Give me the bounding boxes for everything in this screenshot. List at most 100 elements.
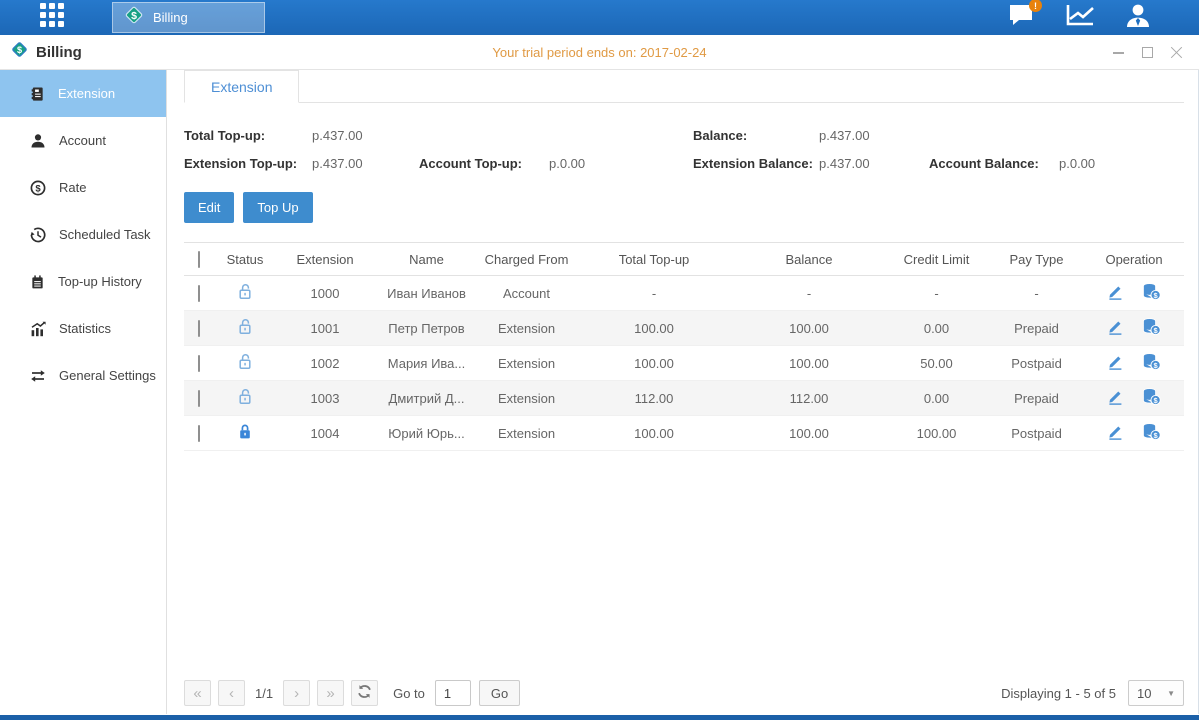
lock-open-icon — [237, 283, 253, 303]
trial-period-message: Your trial period ends on: 2017-02-24 — [0, 45, 1199, 60]
cell-pay-type: Postpaid — [989, 346, 1084, 381]
resource-monitor-button[interactable] — [1065, 3, 1095, 32]
cell-balance: 100.00 — [734, 346, 884, 381]
table-row-extension-1003: 1003Дмитрий Д...Extension112.00112.000.0… — [184, 381, 1184, 416]
column-header-operation[interactable]: Operation — [1084, 243, 1184, 276]
tab-extension[interactable]: Extension — [184, 70, 299, 103]
column-header-total-top-up[interactable]: Total Top-up — [574, 243, 734, 276]
edit-icon[interactable] — [1107, 424, 1124, 443]
svg-text:$: $ — [35, 183, 41, 194]
go-button[interactable]: Go — [479, 680, 520, 706]
cell-charged-from: Extension — [479, 311, 574, 346]
sidebar-item-label: Scheduled Task — [59, 227, 151, 242]
goto-page-input[interactable] — [435, 680, 471, 706]
sidebar-item-statistics[interactable]: Statistics — [0, 305, 166, 352]
previous-page-button[interactable]: ‹ — [218, 680, 245, 706]
cell-extension: 1000 — [276, 276, 374, 311]
topup-icon[interactable]: $ — [1142, 388, 1161, 408]
row-checkbox[interactable] — [198, 285, 200, 302]
app-grid-button[interactable] — [34, 0, 70, 35]
column-header-charged-from[interactable]: Charged From — [479, 243, 574, 276]
column-header-status[interactable]: Status — [214, 243, 276, 276]
cell-credit-limit: 0.00 — [884, 381, 989, 416]
edit-icon[interactable] — [1107, 319, 1124, 338]
extension-topup-label: Extension Top-up: — [184, 156, 312, 171]
maximize-button[interactable] — [1141, 46, 1154, 59]
edit-button[interactable]: Edit — [184, 192, 234, 223]
sidebar-item-extension[interactable]: Extension — [0, 70, 166, 117]
sidebar-item-general-settings[interactable]: General Settings — [0, 352, 166, 399]
topup-history-icon — [30, 274, 45, 290]
cell-name: Дмитрий Д... — [374, 381, 479, 416]
cell-balance: 100.00 — [734, 416, 884, 451]
account-icon — [30, 133, 46, 149]
close-button[interactable] — [1170, 46, 1183, 59]
cell-extension: 1004 — [276, 416, 374, 451]
notifications-button[interactable]: ! — [1008, 3, 1035, 32]
first-page-button[interactable]: « — [184, 680, 211, 706]
cell-extension: 1001 — [276, 311, 374, 346]
topup-icon[interactable]: $ — [1142, 318, 1161, 338]
cell-credit-limit: - — [884, 276, 989, 311]
billing-window-icon: $ — [10, 40, 29, 64]
cell-extension: 1003 — [276, 381, 374, 416]
column-header-name[interactable]: Name — [374, 243, 479, 276]
column-header-extension[interactable]: Extension — [276, 243, 374, 276]
edit-icon[interactable] — [1107, 354, 1124, 373]
column-header-balance[interactable]: Balance — [734, 243, 884, 276]
main-content: Extension Total Top-up: p.437.00 Balance… — [167, 70, 1199, 714]
cell-total-topup: 100.00 — [574, 311, 734, 346]
sidebar-item-label: General Settings — [59, 368, 156, 383]
column-header-credit-limit[interactable]: Credit Limit — [884, 243, 989, 276]
edit-icon[interactable] — [1107, 389, 1124, 408]
cell-total-topup: - — [574, 276, 734, 311]
topup-icon[interactable]: $ — [1142, 353, 1161, 373]
taskbar-tab-billing[interactable]: $ Billing — [112, 2, 265, 33]
account-balance-value: p.0.00 — [1059, 156, 1184, 171]
cell-charged-from: Extension — [479, 416, 574, 451]
cell-total-topup: 100.00 — [574, 346, 734, 381]
last-page-button[interactable]: » — [317, 680, 344, 706]
sidebar-item-label: Account — [59, 133, 106, 148]
cell-pay-type: Prepaid — [989, 311, 1084, 346]
sidebar-item-rate[interactable]: $ Rate — [0, 164, 166, 211]
sidebar-item-top-up-history[interactable]: Top-up History — [0, 258, 166, 305]
sidebar-item-scheduled-task[interactable]: Scheduled Task — [0, 211, 166, 258]
extension-balance-value: p.437.00 — [819, 156, 929, 171]
extension-icon — [30, 86, 45, 102]
sidebar: Extension Account $ Rate Scheduled Task Top-u… — [0, 70, 167, 714]
top-up-button[interactable]: Top Up — [243, 192, 312, 223]
row-checkbox[interactable] — [198, 320, 200, 337]
window-titlebar: $ Billing Your trial period ends on: 201… — [0, 35, 1199, 70]
user-account-button[interactable] — [1125, 3, 1151, 33]
window-title: Billing — [36, 44, 82, 61]
cell-balance: 112.00 — [734, 381, 884, 416]
cell-name: Мария Ива... — [374, 346, 479, 381]
displaying-count: Displaying 1 - 5 of 5 — [1001, 686, 1116, 701]
row-checkbox[interactable] — [198, 425, 200, 442]
row-checkbox[interactable] — [198, 390, 200, 407]
topup-icon[interactable]: $ — [1142, 423, 1161, 443]
minimize-button[interactable] — [1112, 46, 1125, 59]
column-header-pay-type[interactable]: Pay Type — [989, 243, 1084, 276]
table-row-extension-1001: 1001Петр ПетровExtension100.00100.000.00… — [184, 311, 1184, 346]
cell-credit-limit: 100.00 — [884, 416, 989, 451]
cell-name: Петр Петров — [374, 311, 479, 346]
cell-pay-type: Postpaid — [989, 416, 1084, 451]
page-size-select[interactable]: 10 ▼ — [1128, 680, 1184, 706]
cell-credit-limit: 50.00 — [884, 346, 989, 381]
row-checkbox[interactable] — [198, 355, 200, 372]
sidebar-item-account[interactable]: Account — [0, 117, 166, 164]
sidebar-item-label: Top-up History — [58, 274, 142, 289]
sidebar-item-label: Rate — [59, 180, 86, 195]
edit-icon[interactable] — [1107, 284, 1124, 303]
line-chart-icon — [1065, 3, 1095, 32]
account-balance-label: Account Balance: — [929, 156, 1059, 171]
topup-icon[interactable]: $ — [1142, 283, 1161, 303]
balance-label: Balance: — [693, 128, 819, 143]
content-tabbar: Extension — [184, 70, 1184, 103]
select-all-checkbox[interactable] — [198, 251, 200, 268]
next-page-button[interactable]: › — [283, 680, 310, 706]
refresh-button[interactable] — [351, 680, 378, 706]
cell-balance: - — [734, 276, 884, 311]
